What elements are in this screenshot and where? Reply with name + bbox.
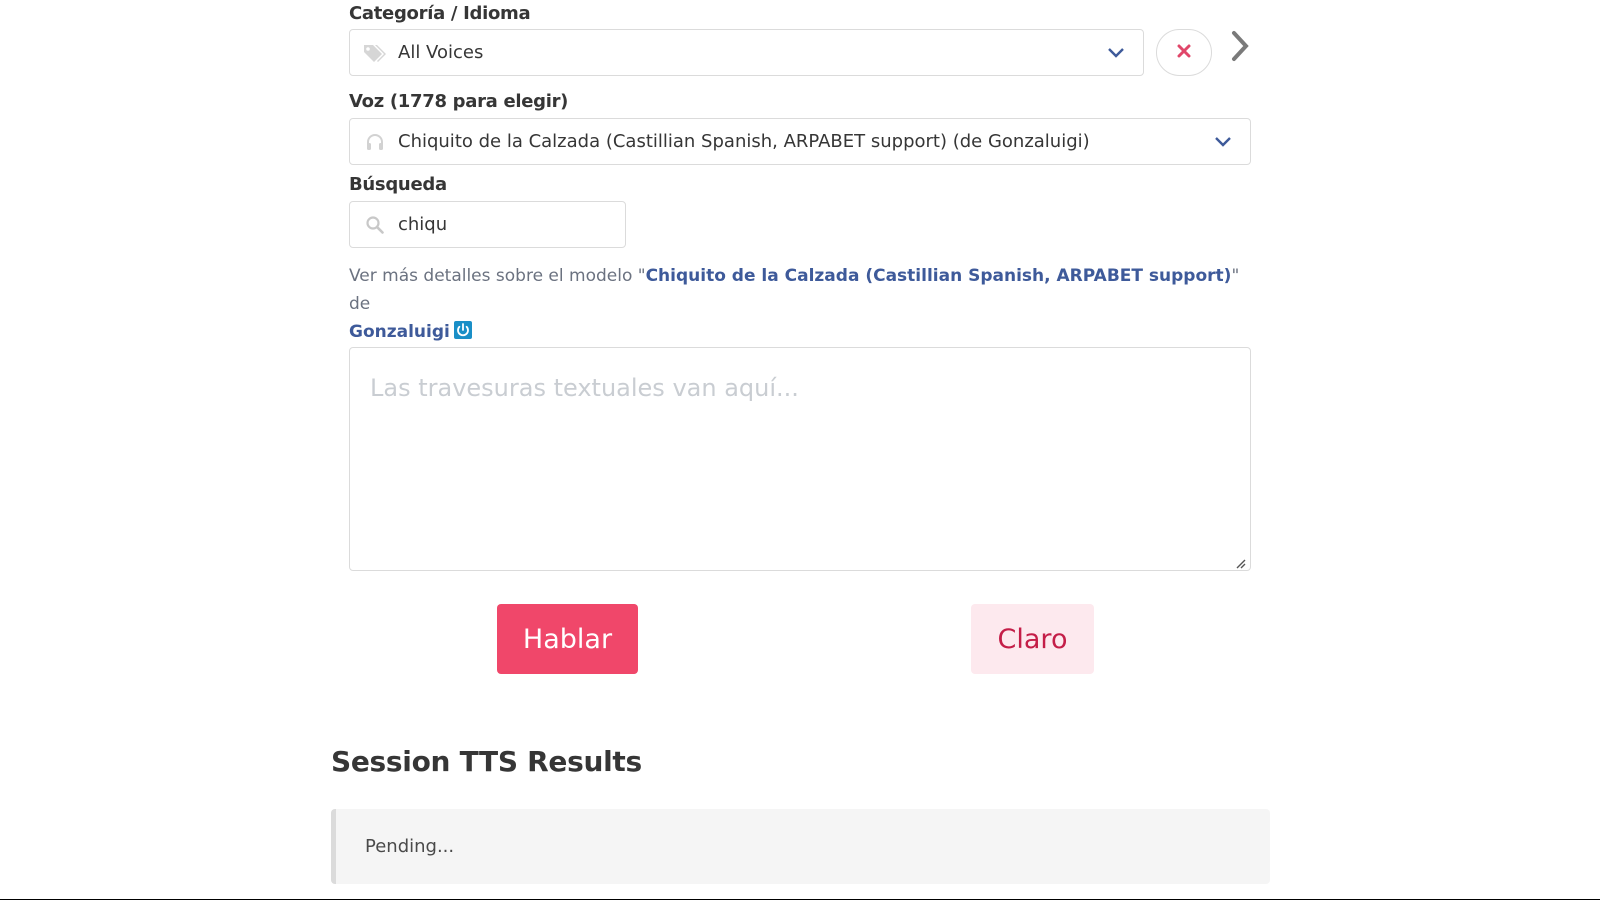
results-panel: Pending... — [331, 809, 1270, 884]
category-value: All Voices — [398, 42, 484, 63]
tags-icon — [360, 38, 390, 68]
voice-value: Chiquito de la Calzada (Castillian Spani… — [398, 131, 1090, 152]
details-prefix: Ver más detalles sobre el modelo " — [349, 266, 646, 286]
speak-button[interactable]: Hablar — [497, 604, 638, 674]
search-icon — [360, 210, 390, 240]
chevron-down-icon — [1105, 42, 1127, 64]
voice-label: Voz (1778 para elegir) — [349, 91, 569, 112]
clear-category-button[interactable] — [1156, 29, 1212, 76]
chevron-right-icon — [1231, 30, 1249, 66]
tts-page: Categoría / Idioma All Voices Voz (1778 … — [0, 0, 1600, 900]
next-arrow-button[interactable] — [1226, 30, 1254, 66]
text-input-container — [349, 347, 1251, 571]
model-details: Ver más detalles sobre el modelo "Chiqui… — [349, 262, 1249, 346]
chevron-down-icon — [1212, 131, 1234, 153]
author-profile-icon[interactable] — [453, 320, 472, 339]
model-link[interactable]: Chiquito de la Calzada (Castillian Spani… — [646, 266, 1232, 286]
category-label: Categoría / Idioma — [349, 3, 531, 24]
headphones-icon — [360, 127, 390, 157]
search-input[interactable] — [398, 214, 598, 235]
tts-text-input[interactable] — [350, 348, 1250, 570]
search-label: Búsqueda — [349, 174, 447, 195]
close-icon — [1177, 43, 1191, 62]
search-field[interactable] — [349, 201, 626, 248]
results-status: Pending... — [365, 836, 455, 857]
voice-select[interactable]: Chiquito de la Calzada (Castillian Spani… — [349, 118, 1251, 165]
author-link[interactable]: Gonzaluigi — [349, 322, 450, 342]
results-title: Session TTS Results — [331, 745, 642, 778]
category-select[interactable]: All Voices — [349, 29, 1144, 76]
clear-text-button[interactable]: Claro — [971, 604, 1094, 674]
resize-handle-icon[interactable] — [1234, 554, 1246, 569]
